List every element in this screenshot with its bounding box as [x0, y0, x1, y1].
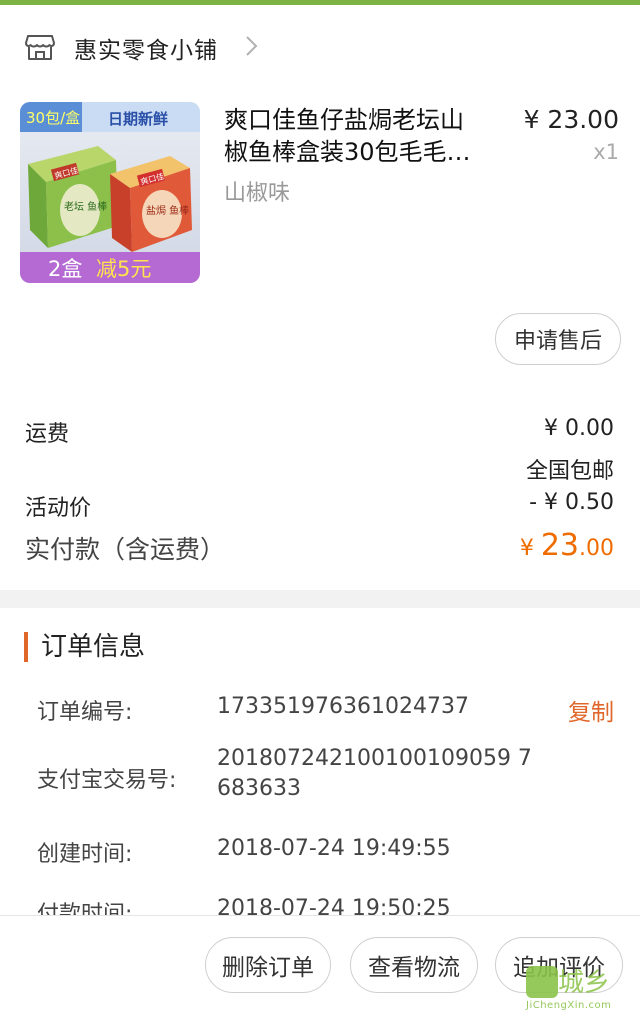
paid-decimal: .00 [579, 536, 614, 561]
copy-button[interactable]: 复制 [568, 693, 614, 727]
shipping-value: ¥ 0.00 [544, 416, 614, 441]
alipay-trade-value-line2: 683633 [217, 776, 301, 801]
discount-label: 活动价 [25, 496, 92, 521]
shop-header[interactable]: 惠实零食小铺 [0, 5, 640, 85]
paid-integer: 23 [540, 528, 579, 563]
watermark-icon [526, 966, 558, 998]
banner-left-text: 30包/盒 [26, 109, 80, 127]
product-title[interactable]: 爽口佳鱼仔盐焗老坛山 椒鱼棒盒装30包毛毛… [224, 104, 496, 168]
chevron-right-icon[interactable] [244, 35, 260, 57]
store-icon [25, 35, 55, 61]
order-number-label: 订单编号: [37, 700, 133, 725]
promo-highlight-text: 减5元 [96, 257, 151, 281]
product-price: ¥ 23.00 [523, 105, 619, 134]
created-time-value: 2018-07-24 19:49:55 [217, 836, 451, 861]
watermark-text: 城乡 [558, 968, 611, 998]
shipping-note: 全国包邮 [525, 459, 614, 484]
alipay-trade-value: 201807242100100109059 7 683633 [217, 744, 537, 804]
shipping-label: 运费 [25, 422, 70, 447]
alipay-trade-label: 支付宝交易号: [37, 768, 177, 793]
product-quantity: x1 [593, 140, 619, 164]
order-info-title: 订单信息 [24, 632, 145, 662]
paid-label: 实付款（含运费） [25, 535, 226, 564]
shop-name[interactable]: 惠实零食小铺 [74, 31, 218, 65]
discount-value: - ¥ 0.50 [529, 490, 614, 515]
created-time-label: 创建时间: [37, 842, 133, 867]
after-sale-button[interactable]: 申请售后 [495, 313, 621, 365]
paid-amount: ¥ 23.00 [520, 528, 614, 563]
banner-right-text: 日期新鲜 [108, 110, 168, 128]
watermark-logo: 城乡 JiChengXin.com [522, 962, 638, 1012]
paid-currency: ¥ [519, 536, 541, 561]
product-spec: 山椒味 [224, 181, 291, 206]
delete-order-button[interactable]: 删除订单 [205, 937, 331, 993]
product-title-line1: 爽口佳鱼仔盐焗老坛山 [224, 106, 464, 134]
view-logistics-button[interactable]: 查看物流 [350, 937, 478, 993]
alipay-trade-value-line1: 201807242100100109059 7 [217, 746, 532, 771]
product-title-line2: 椒鱼棒盒装30包毛毛… [224, 138, 471, 166]
box-right-text: 盐焗 鱼棒 [146, 204, 189, 217]
order-number-value: 173351976361024737 [217, 694, 469, 719]
box-left-text: 老坛 鱼棒 [64, 200, 107, 213]
section-divider [0, 590, 640, 608]
watermark-url: JiChengXin.com [526, 1000, 612, 1011]
product-image[interactable]: 30包/盒 日期新鲜 爽口佳 老坛 鱼棒 爽口佳 盐焗 鱼棒 2盒 减5元 [20, 102, 200, 283]
promo-prefix-text: 2盒 [48, 257, 82, 281]
